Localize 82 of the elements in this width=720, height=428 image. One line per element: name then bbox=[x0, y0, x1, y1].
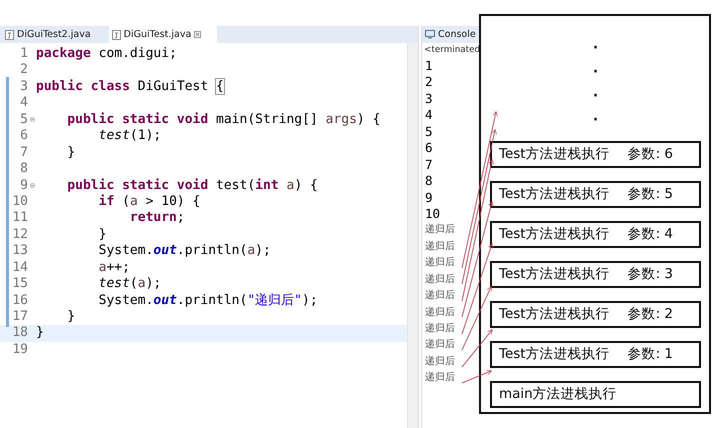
line-number: 16 bbox=[11, 292, 28, 310]
console-output-line: 递归后 bbox=[425, 256, 455, 270]
console-output-line: 8 bbox=[425, 173, 433, 190]
ellipsis-dot: · bbox=[592, 63, 598, 82]
ellipsis-dot: · bbox=[592, 39, 598, 58]
ellipsis-dot: · bbox=[592, 87, 598, 106]
java-file-icon bbox=[112, 30, 121, 40]
console-output-line: 递归后 bbox=[425, 354, 455, 369]
code-line: } bbox=[66, 144, 76, 162]
frame-param: 参数: 4 bbox=[628, 225, 674, 244]
console-output-line: 3 bbox=[425, 90, 433, 108]
line-number: 17 bbox=[11, 309, 28, 326]
console-icon bbox=[425, 30, 435, 39]
frame-param: 参数: 5 bbox=[628, 185, 674, 204]
frame-param: 参数: 2 bbox=[628, 305, 674, 324]
console-output-line: 递归后 bbox=[425, 306, 455, 320]
console-output-line: 递归后 bbox=[425, 240, 455, 254]
line-number: 15 bbox=[11, 276, 28, 293]
code-line: System.out.println("递归后"); bbox=[98, 292, 318, 310]
console-output-line: 9 bbox=[425, 190, 433, 206]
frame-label: Test方法进栈执行 bbox=[499, 265, 610, 284]
code-line: } bbox=[36, 325, 44, 342]
code-line: public class DiGuiTest { bbox=[36, 78, 224, 96]
line-number: 13 bbox=[11, 243, 28, 260]
code-line: public static void main(String[] args) { bbox=[66, 112, 380, 128]
arrow bbox=[462, 370, 492, 384]
code-line: a++; bbox=[98, 260, 130, 276]
console-output-line: 递归后 bbox=[425, 338, 455, 352]
frame-label: Test方法进栈执行 bbox=[499, 345, 610, 364]
fold-icon[interactable] bbox=[30, 117, 34, 122]
frame-param: 参数: 6 bbox=[628, 145, 674, 164]
console-output-line: 5 bbox=[425, 124, 433, 140]
console-output-line: 7 bbox=[425, 156, 433, 174]
line-number: 2 bbox=[19, 62, 28, 79]
console-status: <terminated bbox=[424, 44, 480, 57]
frame-label: Test方法进栈执行 bbox=[499, 305, 610, 324]
frame-param: 参数: 1 bbox=[628, 345, 674, 364]
line-number: 5 bbox=[19, 112, 28, 128]
console-output-line: 递归后 bbox=[425, 272, 455, 287]
line-number: 10 bbox=[11, 194, 28, 210]
line-number: 8 bbox=[19, 161, 28, 178]
line-number: 14 bbox=[11, 260, 28, 276]
line-number: 12 bbox=[11, 226, 28, 244]
console-output-line: 4 bbox=[425, 107, 433, 124]
line-number: 6 bbox=[19, 128, 28, 145]
java-file-icon bbox=[5, 30, 14, 40]
console-output-line: 递归后 bbox=[425, 322, 455, 336]
console-output-line: 递归后 bbox=[425, 288, 455, 304]
line-number: 18 bbox=[11, 325, 28, 342]
code-line: System.out.println(a); bbox=[98, 243, 271, 260]
close-icon[interactable] bbox=[194, 31, 202, 38]
console-output-line: 10 bbox=[425, 206, 440, 222]
frame-label: main方法进栈执行 bbox=[499, 385, 617, 404]
line-number: 19 bbox=[11, 342, 28, 358]
code-line: package com.digui; bbox=[36, 46, 177, 62]
console-output-line: 6 bbox=[425, 140, 433, 157]
console-output-line: 递归后 bbox=[425, 370, 455, 386]
line-number: 7 bbox=[19, 144, 28, 162]
code-line: if (a > 10) { bbox=[98, 194, 200, 210]
code-line: public static void test(int a) { bbox=[66, 178, 318, 194]
line-number: 1 bbox=[19, 46, 28, 62]
frame-label: Test方法进栈执行 bbox=[499, 185, 610, 204]
frame-label: Test方法进栈执行 bbox=[499, 145, 610, 164]
line-number: 4 bbox=[19, 95, 28, 112]
code-line: } bbox=[66, 309, 76, 326]
frame-param: 参数: 3 bbox=[628, 265, 674, 284]
line-number: 3 bbox=[19, 78, 28, 96]
console-output-line: 2 bbox=[425, 74, 433, 91]
code-line: } bbox=[98, 226, 106, 244]
fold-icon[interactable] bbox=[30, 183, 34, 188]
editor-tab[interactable]: DiGuiTest2.java bbox=[2, 26, 107, 43]
line-number: 9 bbox=[19, 178, 28, 194]
editor-tab[interactable]: DiGuiTest.java bbox=[108, 26, 218, 43]
code-line: test(1); bbox=[98, 128, 162, 145]
line-number: 11 bbox=[11, 210, 28, 227]
scroll-bar[interactable] bbox=[407, 43, 418, 428]
code-line: return; bbox=[128, 210, 185, 227]
frame-label: Test方法进栈执行 bbox=[499, 225, 610, 244]
console-output-line: 1 bbox=[425, 58, 433, 74]
code-line: test(a); bbox=[98, 276, 162, 293]
ellipsis-dot: · bbox=[592, 111, 598, 130]
console-output-line: 递归后 bbox=[425, 222, 455, 238]
